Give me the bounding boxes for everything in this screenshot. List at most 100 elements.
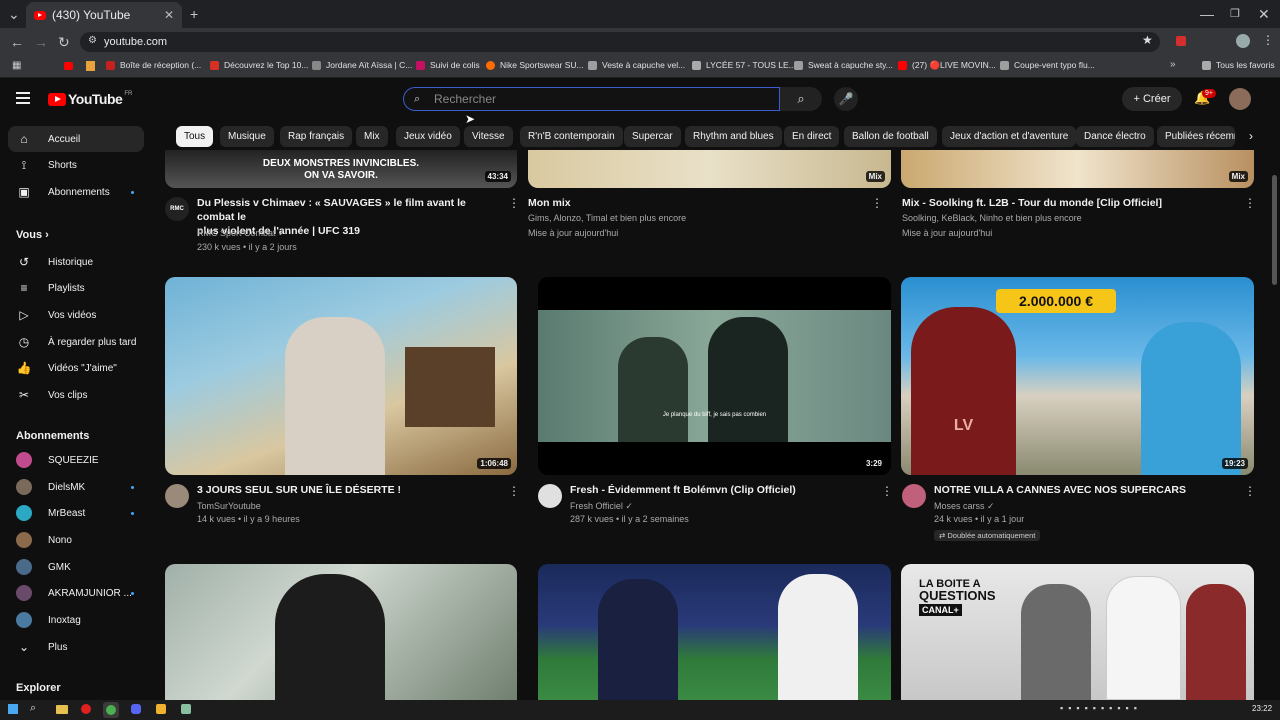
address-bar[interactable]: youtube.com [80,32,1160,52]
sidebar-more[interactable]: ⌄ Plus [8,634,144,660]
chip-mix[interactable]: Mix [356,126,388,147]
site-info-icon[interactable]: ⚙ [88,35,97,46]
system-tray-icons[interactable]: ▪▪▪▪▪▪▪▪▪▪ [1060,703,1142,713]
bookmark-item[interactable]: Jordane Aït Aïssa | C... [312,60,412,70]
browser-tab[interactable]: (430) YouTube ✕ [26,2,182,28]
windows-start-icon[interactable] [8,704,18,714]
video-channel[interactable]: RMC Sport Combat ✓ [197,226,286,241]
more-actions-icon[interactable]: ⋮ [881,484,893,498]
app-icon[interactable] [156,704,166,714]
create-button[interactable]: + Créer [1122,87,1182,111]
close-window-icon[interactable]: ✕ [1258,0,1270,28]
search-button[interactable]: ⌕ [780,87,822,111]
more-actions-icon[interactable]: ⋮ [508,484,520,498]
bookmark-item[interactable]: (27) 🔴LIVE MOVIN... [898,60,996,71]
sidebar-sub-mrbeast[interactable]: MrBeast [8,500,144,526]
sidebar-item-subscriptions[interactable]: ▣ Abonnements [8,179,144,205]
sidebar-item-home[interactable]: ⌂ Accueil [8,126,144,152]
video-thumbnail[interactable]: Je planque du biff, je sais pas combien … [538,277,891,475]
chip-rnb[interactable]: R'n'B contemporain [520,126,623,147]
sidebar-item-playlists[interactable]: ≡ Playlists [8,275,144,301]
sidebar-sub-dielsmk[interactable]: DielsMK [8,474,144,500]
sidebar-sub-nono[interactable]: Nono [8,527,144,553]
video-title[interactable]: 3 JOURS SEUL SUR UNE ÎLE DÉSERTE ! [197,483,401,497]
more-actions-icon[interactable]: ⋮ [1244,484,1256,498]
video-thumbnail[interactable] [538,564,891,700]
file-explorer-icon[interactable] [56,705,68,714]
close-tab-icon[interactable]: ✕ [164,8,174,22]
channel-avatar[interactable]: RMC [165,197,189,221]
bookmarks-overflow-icon[interactable]: » [1170,59,1176,70]
restore-icon[interactable]: ❐ [1230,0,1240,28]
chip-dance-electro[interactable]: Dance électro [1076,126,1154,147]
chip-jeux-video[interactable]: Jeux vidéo [396,126,460,147]
back-icon[interactable]: ← [10,28,24,56]
all-bookmarks-button[interactable]: Tous les favoris [1202,60,1275,70]
more-actions-icon[interactable]: ⋮ [1244,196,1256,210]
chip-vitesse[interactable]: Vitesse [464,126,513,147]
sidebar-sub-akramjunior[interactable]: AKRAMJUNIOR ... [8,580,144,606]
bookmark-item[interactable]: Veste à capuche vel... [588,60,685,70]
sidebar-item-history[interactable]: ↺ Historique [8,249,144,275]
bookmark-youtube-icon[interactable] [64,62,73,70]
more-actions-icon[interactable]: ⋮ [508,196,520,210]
reload-icon[interactable]: ↻ [58,28,70,56]
youtube-logo[interactable]: YouTube FR [48,91,132,107]
discord-icon[interactable] [131,704,141,714]
chip-rap-francais[interactable]: Rap français [280,126,353,147]
bookmark-doc-icon[interactable] [86,61,95,71]
chrome-icon[interactable] [106,705,116,715]
chip-rhythm-blues[interactable]: Rhythm and blues [685,126,782,147]
sidebar-sub-gmk[interactable]: GMK [8,554,144,580]
chip-musique[interactable]: Musique [220,126,274,147]
video-title[interactable]: Mon mix [528,196,571,210]
chip-ballon-football[interactable]: Ballon de football [844,126,937,147]
bookmark-item[interactable]: LYCÉE 57 - TOUS LE... [692,60,796,70]
video-thumbnail[interactable] [165,564,517,700]
tab-search-icon[interactable]: ⌄ [8,0,20,28]
sidebar-item-watch-later[interactable]: ◷ À regarder plus tard [8,329,144,355]
sidebar-sub-squeezie[interactable]: SQUEEZIE [8,447,144,473]
account-avatar[interactable] [1229,88,1251,110]
chip-publiees-recemment[interactable]: Publiées récemme [1157,126,1235,147]
video-thumbnail[interactable]: Mix [901,150,1254,188]
bookmark-item[interactable]: Découvrez le Top 10... [210,60,308,70]
video-title[interactable]: Mix - Soolking ft. L2B - Tour du monde [… [902,196,1162,210]
more-actions-icon[interactable]: ⋮ [871,196,883,210]
video-thumbnail[interactable]: 2.000.000 € LV 19:23 [901,277,1254,475]
chip-tous[interactable]: Tous [176,126,214,147]
search-icon[interactable]: ⌕ [30,702,36,715]
bookmark-item[interactable]: Sweat à capuche sty... [794,60,893,70]
chip-supercar[interactable]: Supercar [624,126,681,147]
new-tab-button[interactable]: + [190,0,198,28]
channel-avatar[interactable] [165,484,189,508]
video-thumbnail[interactable]: LA BOITE A QUESTIONS CANAL+ [901,564,1254,700]
channel-avatar[interactable] [902,484,926,508]
page-scrollbar[interactable] [1272,175,1277,285]
minimize-icon[interactable]: — [1200,0,1214,28]
bookmark-star-icon[interactable]: ★ [1142,33,1153,47]
hamburger-menu-icon[interactable] [16,92,30,104]
chips-next-icon[interactable]: › [1240,126,1262,148]
bookmark-item[interactable]: Suivi de colis [416,60,480,70]
you-heading[interactable]: Vous › [16,229,49,241]
opera-icon[interactable] [81,704,91,714]
bookmark-item[interactable]: Nike Sportswear SU... [486,60,584,70]
chip-en-direct[interactable]: En direct [784,126,840,147]
forward-icon[interactable]: → [34,28,48,56]
search-input[interactable]: ⌕ Rechercher [403,87,780,111]
profile-avatar[interactable] [1236,34,1250,48]
sidebar-item-liked[interactable]: 👍 Vidéos "J'aime" [8,355,144,381]
video-thumbnail[interactable]: DEUX MONSTRES INVINCIBLES. ON VA SAVOIR. … [165,150,517,188]
video-title[interactable]: NOTRE VILLA A CANNES AVEC NOS SUPERCARS [934,483,1186,497]
chip-jeux-action[interactable]: Jeux d'action et d'aventure [942,126,1077,147]
sidebar-item-shorts[interactable]: ⟟ Shorts [8,152,144,178]
channel-avatar[interactable] [538,484,562,508]
video-title[interactable]: Fresh - Évidemment ft Bolémvn (Clip Offi… [570,483,796,497]
app-icon[interactable] [181,704,191,714]
browser-menu-icon[interactable]: ⋮ [1262,33,1274,47]
sidebar-item-your-videos[interactable]: ▷ Vos vidéos [8,302,144,328]
bookmark-item[interactable]: Coupe-vent typo flu... [1000,60,1095,70]
bookmark-item[interactable]: Boîte de réception (... [106,60,201,70]
video-thumbnail[interactable]: 1:06:48 [165,277,517,475]
